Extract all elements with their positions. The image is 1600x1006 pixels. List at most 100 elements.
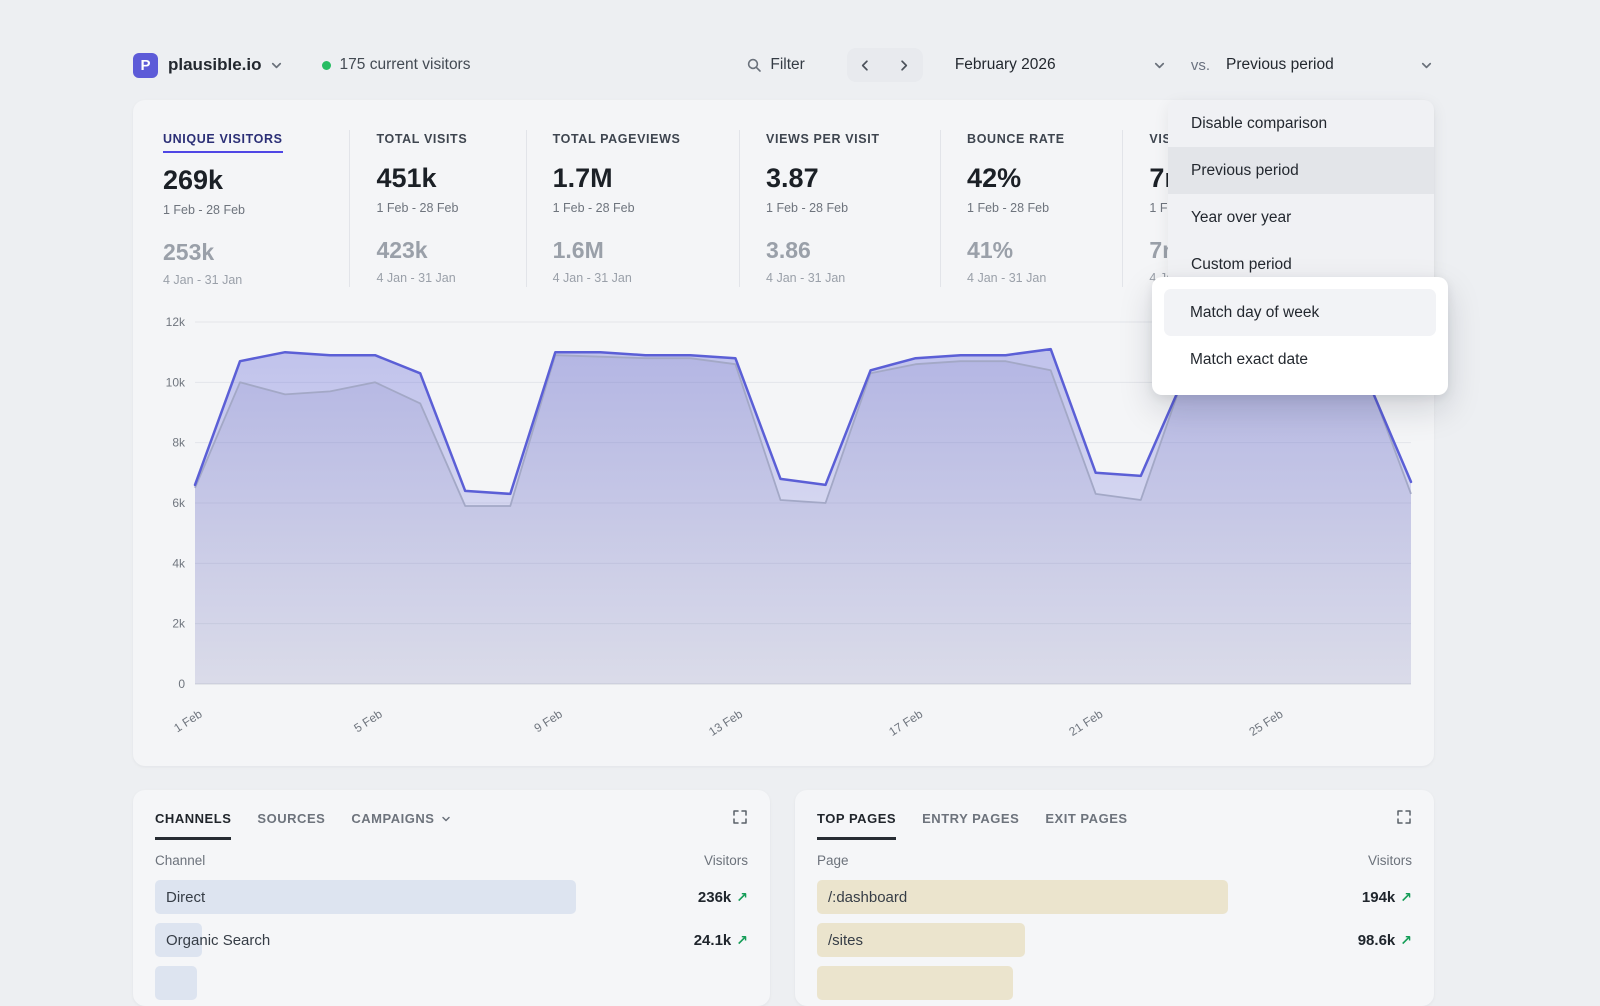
row-name[interactable]: Organic Search	[155, 932, 270, 949]
stat-label: TOTAL PAGEVIEWS	[553, 132, 681, 151]
vs-label: vs.	[1191, 57, 1210, 74]
stat-value: 42%	[967, 163, 1122, 194]
comparison-menu: Disable comparison Previous period Year …	[1168, 100, 1434, 288]
stat-range: 1 Feb - 28 Feb	[163, 203, 349, 217]
stat-prev-value: 1.6M	[553, 237, 739, 264]
svg-text:9 Feb: 9 Feb	[532, 707, 566, 736]
col-visitors: Visitors	[704, 853, 748, 868]
tab-exit-pages[interactable]: EXIT PAGES	[1045, 811, 1127, 837]
trend-up-icon: ↗	[736, 932, 748, 949]
stat-prev-range: 4 Jan - 31 Jan	[553, 271, 739, 285]
row-value: 194k ↗	[1362, 889, 1412, 906]
search-icon	[746, 57, 762, 73]
table-row-partial[interactable]	[155, 966, 748, 1000]
tab-sources[interactable]: SOURCES	[257, 811, 325, 837]
svg-text:5 Feb: 5 Feb	[351, 707, 385, 736]
svg-text:12k: 12k	[166, 315, 186, 329]
table-row[interactable]: Direct 236k ↗	[155, 880, 748, 914]
stat-prev-value: 423k	[376, 237, 525, 264]
pages-panel: TOP PAGES ENTRY PAGES EXIT PAGES Page Vi…	[795, 790, 1434, 1006]
menu-item-previous-period[interactable]: Previous period	[1168, 147, 1434, 194]
stat-value: 1.7M	[553, 163, 739, 194]
stat-prev-value: 41%	[967, 237, 1122, 264]
date-range-label: February 2026	[955, 56, 1056, 74]
svg-text:21 Feb: 21 Feb	[1066, 707, 1105, 739]
stat-range: 1 Feb - 28 Feb	[766, 201, 940, 215]
row-value-number: 24.1k	[694, 932, 732, 949]
chevron-down-icon	[1419, 58, 1434, 73]
stat-prev-range: 4 Jan - 31 Jan	[376, 271, 525, 285]
expand-icon[interactable]	[732, 809, 748, 830]
live-dot-icon	[322, 61, 331, 70]
row-value-number: 194k	[1362, 889, 1395, 906]
row-name[interactable]: /sites	[817, 932, 863, 949]
chevron-down-icon	[1152, 58, 1167, 73]
tab-entry-pages[interactable]: ENTRY PAGES	[922, 811, 1019, 837]
tab-top-pages[interactable]: TOP PAGES	[817, 811, 896, 840]
pages-rows: /:dashboard 194k ↗ /sites 98.6k ↗	[795, 880, 1434, 1000]
stat-label: TOTAL VISITS	[376, 132, 467, 151]
row-name[interactable]: /:dashboard	[817, 889, 907, 906]
stat-value: 269k	[163, 165, 349, 196]
stat-value: 451k	[376, 163, 525, 194]
chevron-down-icon	[440, 813, 452, 825]
svg-text:0: 0	[178, 677, 185, 691]
current-visitors[interactable]: 175 current visitors	[322, 56, 471, 74]
submenu-item-match-day-of-week[interactable]: Match day of week	[1164, 289, 1436, 336]
trend-up-icon: ↗	[1400, 932, 1412, 949]
col-channel: Channel	[155, 853, 205, 868]
stat-range: 1 Feb - 28 Feb	[553, 201, 739, 215]
stat-prev-range: 4 Jan - 31 Jan	[163, 273, 349, 287]
table-row[interactable]: /:dashboard 194k ↗	[817, 880, 1412, 914]
plausible-logo-icon: P	[133, 53, 158, 78]
svg-text:25 Feb: 25 Feb	[1247, 707, 1286, 739]
date-nav	[847, 48, 923, 82]
submenu-item-match-exact-date[interactable]: Match exact date	[1164, 336, 1436, 383]
stat-bounce-rate[interactable]: BOUNCE RATE 42% 1 Feb - 28 Feb 41% 4 Jan…	[940, 130, 1122, 287]
col-page: Page	[817, 853, 849, 868]
col-visitors: Visitors	[1368, 853, 1412, 868]
stat-total-pageviews[interactable]: TOTAL PAGEVIEWS 1.7M 1 Feb - 28 Feb 1.6M…	[526, 130, 739, 287]
expand-icon[interactable]	[1396, 809, 1412, 830]
svg-text:6k: 6k	[172, 496, 186, 510]
channels-table-header: Channel Visitors	[133, 840, 770, 880]
stat-range: 1 Feb - 28 Feb	[376, 201, 525, 215]
current-visitors-label: 175 current visitors	[340, 56, 471, 74]
stat-prev-value: 253k	[163, 239, 349, 266]
svg-text:13 Feb: 13 Feb	[706, 707, 745, 739]
previous-date-button[interactable]	[847, 48, 885, 82]
svg-text:10k: 10k	[166, 375, 186, 389]
stat-prev-value: 3.86	[766, 237, 940, 264]
stat-prev-range: 4 Jan - 31 Jan	[967, 271, 1122, 285]
tab-campaigns[interactable]: CAMPAIGNS	[351, 811, 451, 837]
row-value: 236k ↗	[698, 889, 748, 906]
tab-channels[interactable]: CHANNELS	[155, 811, 231, 840]
filter-button[interactable]: Filter	[746, 56, 804, 74]
tab-campaigns-label: CAMPAIGNS	[351, 811, 434, 826]
channels-rows: Direct 236k ↗ Organic Search 24.1k ↗	[133, 880, 770, 1000]
row-value: 98.6k ↗	[1358, 932, 1412, 949]
stat-unique-visitors[interactable]: UNIQUE VISITORS 269k 1 Feb - 28 Feb 253k…	[163, 130, 349, 287]
channels-tabs: CHANNELS SOURCES CAMPAIGNS	[133, 790, 770, 840]
stat-label: UNIQUE VISITORS	[163, 132, 283, 153]
channels-panel: CHANNELS SOURCES CAMPAIGNS Channel Visit…	[133, 790, 770, 1006]
svg-text:2k: 2k	[172, 617, 186, 631]
row-value: 24.1k ↗	[694, 932, 748, 949]
site-name[interactable]: plausible.io	[168, 55, 262, 75]
table-row-partial[interactable]	[817, 966, 1412, 1000]
comparison-dropdown[interactable]: Previous period	[1226, 56, 1434, 74]
stat-total-visits[interactable]: TOTAL VISITS 451k 1 Feb - 28 Feb 423k 4 …	[349, 130, 525, 287]
topbar: P plausible.io 175 current visitors Filt…	[133, 42, 1434, 88]
stat-views-per-visit[interactable]: VIEWS PER VISIT 3.87 1 Feb - 28 Feb 3.86…	[739, 130, 940, 287]
svg-text:17 Feb: 17 Feb	[886, 707, 925, 739]
row-name[interactable]: Direct	[155, 889, 205, 906]
table-row[interactable]: Organic Search 24.1k ↗	[155, 923, 748, 957]
table-row[interactable]: /sites 98.6k ↗	[817, 923, 1412, 957]
pages-tabs: TOP PAGES ENTRY PAGES EXIT PAGES	[795, 790, 1434, 840]
next-date-button[interactable]	[885, 48, 923, 82]
chevron-down-icon[interactable]	[269, 58, 284, 73]
date-range-dropdown[interactable]: February 2026	[955, 56, 1167, 74]
menu-item-year-over-year[interactable]: Year over year	[1168, 194, 1434, 241]
comparison-submenu: Match day of week Match exact date	[1152, 277, 1448, 395]
menu-item-disable-comparison[interactable]: Disable comparison	[1168, 100, 1434, 147]
